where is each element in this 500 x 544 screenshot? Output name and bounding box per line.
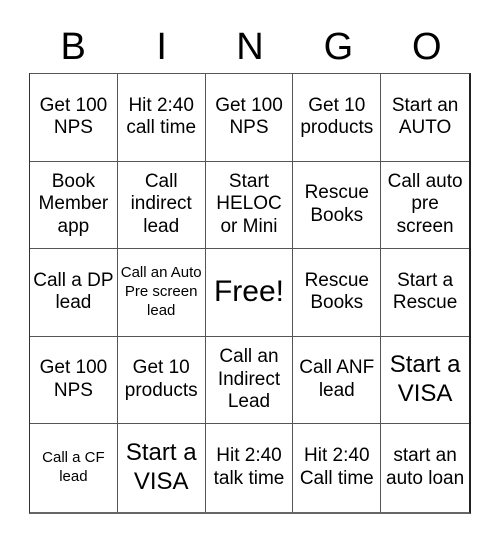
bingo-cell-text: Call an Indirect Lead (217, 345, 281, 413)
bingo-cell-text: Start an AUTO (391, 94, 459, 139)
header-letter-i: I (156, 26, 167, 68)
bingo-cell[interactable]: Call an Auto Pre screen lead (117, 249, 206, 337)
bingo-cell[interactable]: Start a VISA (381, 337, 469, 425)
bingo-cell-text: Hit 2:40 talk time (213, 445, 285, 490)
bingo-cell-text: Get 100 NPS (39, 94, 108, 139)
bingo-cell-text: Free! (213, 275, 284, 309)
header-letter-n: N (236, 26, 264, 68)
bingo-cell-text: Get 10 products (124, 357, 198, 402)
bingo-cell-free[interactable]: Free! (205, 249, 294, 337)
bingo-cell[interactable]: Call indirect lead (117, 161, 206, 250)
bingo-header: B I N G O (29, 22, 471, 72)
bingo-cell-text: Call indirect lead (130, 170, 192, 238)
bingo-cell[interactable]: Call auto pre screen (381, 162, 469, 250)
bingo-cell-text: Call auto pre screen (387, 170, 463, 238)
bingo-cell[interactable]: Call a DP lead (30, 249, 118, 337)
bingo-cell[interactable]: Hit 2:40 Call time (293, 424, 382, 512)
bingo-cell-text: Start HELOC or Mini (216, 170, 282, 238)
bingo-cell-text: Get 100 NPS (215, 94, 283, 139)
bingo-cell[interactable]: Call an Indirect Lead (205, 336, 294, 425)
bingo-cell[interactable]: Start an AUTO (381, 74, 469, 162)
bingo-cell-text: start an auto loan (386, 445, 465, 490)
bingo-cell-text: Hit 2:40 call time (126, 94, 197, 139)
bingo-cell[interactable]: Start a VISA (118, 424, 206, 512)
bingo-cell-text: Call a DP lead (33, 269, 114, 314)
bingo-cell[interactable]: Call ANF lead (293, 336, 382, 425)
bingo-cell[interactable]: Hit 2:40 call time (117, 74, 206, 162)
bingo-cell[interactable]: Rescue Books (293, 249, 382, 337)
bingo-card: Get 100 NPS Hit 2:40 call time Get 100 NPS… (29, 73, 471, 514)
bingo-cell-text: Start a VISA (125, 439, 197, 496)
bingo-cell[interactable]: Start HELOC or Mini (205, 161, 294, 250)
bingo-cell-text: Start a Rescue (392, 269, 458, 314)
bingo-cell[interactable]: Get 100 NPS (30, 74, 118, 162)
bingo-cell[interactable]: Get 100 NPS (205, 74, 294, 162)
bingo-cell[interactable]: Rescue Books (293, 161, 382, 250)
bingo-cell[interactable]: Call a CF lead (30, 424, 118, 512)
bingo-cell[interactable]: start an auto loan (381, 424, 469, 512)
bingo-cell-text: Rescue Books (304, 182, 369, 226)
bingo-cell[interactable]: Hit 2:40 talk time (206, 424, 294, 512)
header-letter-g: G (323, 26, 354, 68)
header-letter-o: O (412, 26, 442, 68)
bingo-cell-text: Start a VISA (389, 351, 461, 408)
bingo-cell-text: Hit 2:40 Call time (299, 445, 374, 490)
bingo-cell[interactable]: Get 10 products (293, 74, 382, 162)
bingo-cell[interactable]: Book Member app (30, 161, 118, 250)
bingo-cell[interactable]: Get 100 NPS (30, 336, 118, 425)
bingo-cell-text: Call an Auto Pre screen lead (120, 264, 202, 319)
bingo-cell[interactable]: Get 10 products (117, 336, 206, 425)
bingo-cell-text: Book Member app (38, 170, 109, 238)
header-letter-b: B (60, 26, 86, 68)
bingo-cell-text: Call ANF lead (299, 357, 375, 402)
bingo-cell[interactable]: Start a Rescue (381, 249, 469, 337)
bingo-cell-text: Call a CF lead (42, 449, 105, 486)
bingo-cell-text: Rescue Books (304, 269, 369, 314)
bingo-cell-text: Get 100 NPS (39, 357, 108, 402)
bingo-cell-text: Get 10 products (300, 94, 374, 139)
